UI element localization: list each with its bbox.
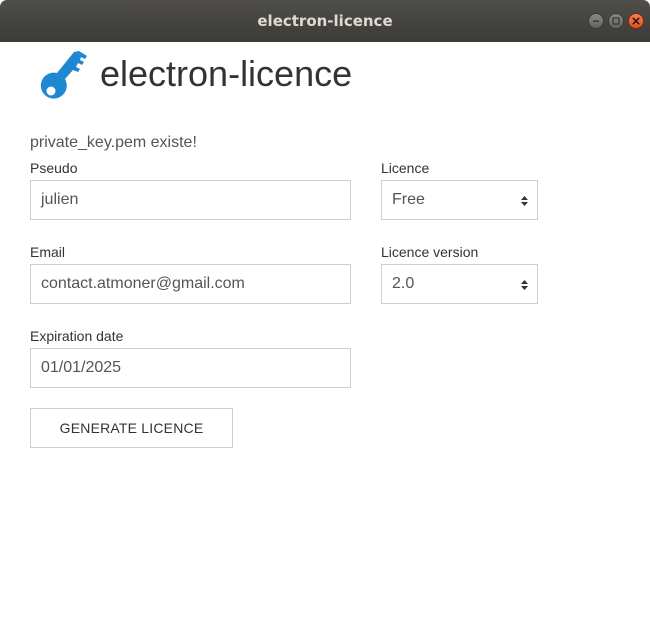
- email-input[interactable]: contact.atmoner@gmail.com: [30, 264, 351, 304]
- email-label: Email: [30, 244, 66, 260]
- minimize-button[interactable]: [588, 13, 604, 29]
- licence-version-label: Licence version: [381, 244, 479, 260]
- expiration-date-input[interactable]: 01/01/2025: [30, 348, 351, 388]
- generate-licence-button[interactable]: GENERATE LICENCE: [30, 408, 233, 448]
- status-message: private_key.pem existe!: [30, 134, 197, 151]
- close-icon: [632, 17, 640, 25]
- maximize-button[interactable]: [608, 13, 624, 29]
- licence-select[interactable]: Free: [381, 180, 538, 220]
- app-window: electron-licence electron-licence privat…: [0, 0, 650, 632]
- expiration-date-label: Expiration date: [30, 328, 124, 344]
- key-icon: [40, 51, 87, 99]
- app-title: electron-licence: [100, 53, 353, 94]
- maximize-icon: [612, 17, 620, 25]
- licence-label: Licence: [381, 160, 430, 176]
- pseudo-label: Pseudo: [30, 160, 78, 176]
- select-arrows-icon: [521, 280, 528, 290]
- licence-select-value: Free: [392, 191, 425, 208]
- close-button[interactable]: [628, 13, 644, 29]
- licence-version-select[interactable]: 2.0: [381, 264, 538, 304]
- window-title: electron-licence: [257, 12, 393, 30]
- title-bar[interactable]: electron-licence: [0, 0, 650, 42]
- minimize-icon: [593, 20, 599, 22]
- select-arrows-icon: [521, 196, 528, 206]
- pseudo-input[interactable]: julien: [30, 180, 351, 220]
- licence-version-select-value: 2.0: [392, 275, 415, 292]
